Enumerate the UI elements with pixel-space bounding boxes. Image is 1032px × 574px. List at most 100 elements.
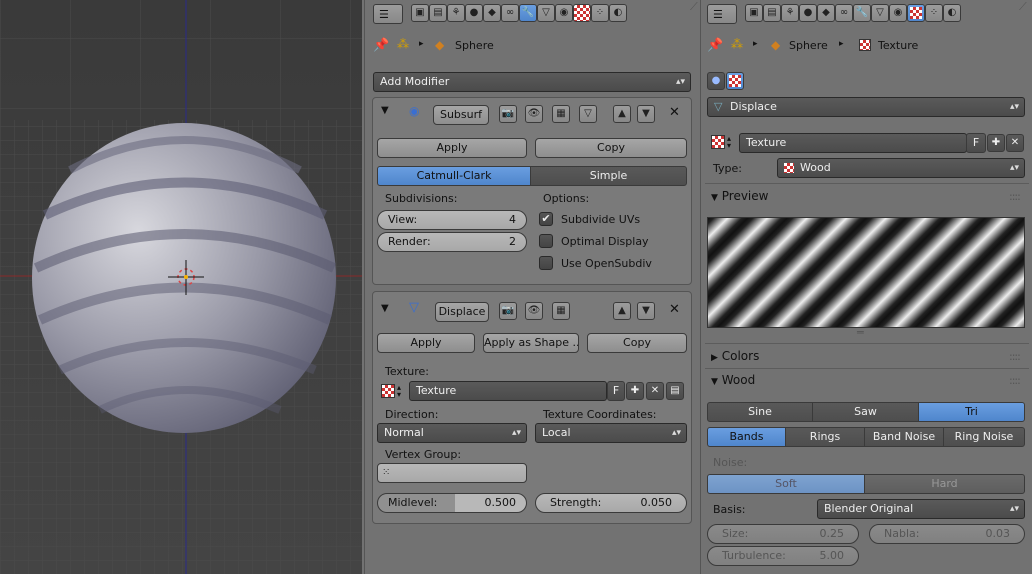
texture-coordinates-dropdown[interactable]: Local ▴▾ [535, 423, 687, 443]
texture-tab-icon[interactable] [907, 4, 925, 22]
material-tab-icon[interactable]: ◉ [889, 4, 907, 22]
material-tab-icon[interactable]: ◉ [555, 4, 573, 22]
apply-as-shape-button[interactable]: Apply as Shape ... [483, 333, 579, 353]
fake-user-button[interactable]: F [607, 381, 625, 401]
other-context-icon[interactable] [726, 72, 744, 90]
displace-copy-button[interactable]: Copy [587, 333, 687, 353]
data-tab-icon[interactable]: ▽ [871, 4, 889, 22]
noise-hard-button[interactable]: Hard [864, 474, 1025, 494]
subsurf-apply-button[interactable]: Apply [377, 138, 527, 158]
data-tab-icon[interactable]: ▽ [537, 4, 555, 22]
subsurf-name-field[interactable]: Subsurf [433, 105, 489, 125]
physics-tab-icon[interactable]: ◐ [943, 4, 961, 22]
pin-icon[interactable]: 📌 [707, 38, 723, 53]
displace-name-field[interactable]: Displace [435, 302, 489, 322]
displace-apply-button[interactable]: Apply [377, 333, 475, 353]
constraints-tab-icon[interactable]: ∞ [835, 4, 853, 22]
noise-size-field[interactable]: Size: 0.25 [707, 524, 859, 544]
wood-rings-button[interactable]: Rings [785, 427, 865, 447]
texture-context-dropdown[interactable]: ▽ Displace ▴▾ [707, 97, 1025, 117]
world-tab-icon[interactable]: ● [799, 4, 817, 22]
add-modifier-dropdown[interactable]: Add Modifier ▴▾ [373, 72, 691, 92]
noise-soft-button[interactable]: Soft [707, 474, 865, 494]
new-texture-icon[interactable]: ✚ [987, 134, 1005, 152]
drag-handle-icon[interactable]: :::: [1009, 374, 1021, 387]
simple-button[interactable]: Simple [530, 166, 687, 186]
wave-sine-button[interactable]: Sine [707, 402, 813, 422]
editor-type-button[interactable]: ☰ [707, 4, 737, 24]
texture-name-field[interactable]: Texture [409, 381, 607, 401]
texture-browse-icon[interactable] [711, 135, 725, 149]
editmode-toggle-icon[interactable]: ▦ [552, 105, 570, 123]
render-layers-tab-icon[interactable]: ▤ [429, 4, 447, 22]
colors-panel-header[interactable]: ▶ Colors [711, 349, 759, 363]
world-context-icon[interactable]: ● [707, 72, 725, 90]
drag-handle-icon[interactable]: :::: [1009, 350, 1021, 363]
cage-toggle-icon[interactable]: ▽ [579, 105, 597, 123]
show-texture-icon[interactable]: ▤ [666, 382, 684, 400]
fake-user-button[interactable]: F [966, 133, 986, 153]
panel-corner-icon[interactable]: ⟋ [1019, 0, 1027, 14]
texture-browse-icon[interactable] [381, 384, 395, 398]
subdivide-uvs-checkbox[interactable]: ✔ [539, 212, 553, 226]
render-toggle-icon[interactable]: 📷 [499, 105, 517, 123]
scene-tab-icon[interactable]: ⚘ [447, 4, 465, 22]
render-toggle-icon[interactable]: 📷 [499, 302, 517, 320]
wave-tri-button[interactable]: Tri [918, 402, 1025, 422]
wood-panel-header[interactable]: ▼ Wood [711, 373, 755, 387]
unlink-icon[interactable]: ✕ [1006, 134, 1024, 152]
move-down-icon[interactable]: ▼ [637, 105, 655, 123]
panel-corner-icon[interactable]: ⟋ [690, 0, 698, 14]
modifiers-tab-icon[interactable]: 🔧 [853, 4, 871, 22]
updown-arrows-icon[interactable]: ▴ ▾ [397, 384, 401, 399]
object-tab-icon[interactable]: ◆ [817, 4, 835, 22]
physics-tab-icon[interactable]: ◐ [609, 4, 627, 22]
new-texture-icon[interactable]: ✚ [626, 382, 644, 400]
collapse-arrow-icon[interactable]: ▼ [381, 303, 389, 314]
strength-field[interactable]: Strength: 0.050 [535, 493, 687, 513]
midlevel-slider[interactable]: Midlevel: 0.500 [377, 493, 527, 513]
editor-type-button[interactable]: ☰ [373, 4, 403, 24]
catmull-clark-button[interactable]: Catmull-Clark [377, 166, 531, 186]
use-opensubdiv-checkbox[interactable] [539, 256, 553, 270]
move-up-icon[interactable]: ▲ [613, 302, 631, 320]
move-up-icon[interactable]: ▲ [613, 105, 631, 123]
particles-tab-icon[interactable]: ⁘ [591, 4, 609, 22]
render-tab-icon[interactable]: ▣ [411, 4, 429, 22]
close-icon[interactable]: ✕ [669, 105, 680, 120]
viewport-toggle-icon[interactable]: 👁 [525, 302, 543, 320]
constraints-tab-icon[interactable]: ∞ [501, 4, 519, 22]
world-tab-icon[interactable]: ● [465, 4, 483, 22]
viewport-canvas[interactable] [0, 0, 362, 574]
texture-type-dropdown[interactable]: Wood ▴▾ [777, 158, 1025, 178]
texture-tab-icon[interactable] [573, 4, 591, 22]
vertex-group-field[interactable]: ⁙ [377, 463, 527, 483]
render-tab-icon[interactable]: ▣ [745, 4, 763, 22]
close-icon[interactable]: ✕ [669, 302, 680, 317]
viewport-toggle-icon[interactable]: 👁 [525, 105, 543, 123]
editmode-toggle-icon[interactable]: ▦ [552, 302, 570, 320]
optimal-display-checkbox[interactable] [539, 234, 553, 248]
updown-arrows-icon[interactable]: ▴ ▾ [727, 135, 731, 150]
move-down-icon[interactable]: ▼ [637, 302, 655, 320]
unlink-icon[interactable]: ✕ [646, 382, 664, 400]
3d-viewport[interactable] [0, 0, 362, 574]
render-levels-field[interactable]: Render: 2 [377, 232, 527, 252]
object-tab-icon[interactable]: ◆ [483, 4, 501, 22]
drag-handle-icon[interactable]: :::: [1009, 190, 1021, 203]
sphere-object[interactable] [32, 123, 337, 433]
view-levels-field[interactable]: View: 4 [377, 210, 527, 230]
basis-dropdown[interactable]: Blender Original ▴▾ [817, 499, 1025, 519]
preview-panel-header[interactable]: ▼ Preview [711, 189, 768, 203]
subsurf-copy-button[interactable]: Copy [535, 138, 687, 158]
direction-dropdown[interactable]: Normal ▴▾ [377, 423, 527, 443]
wood-band-noise-button[interactable]: Band Noise [864, 427, 944, 447]
render-layers-tab-icon[interactable]: ▤ [763, 4, 781, 22]
scene-tab-icon[interactable]: ⚘ [781, 4, 799, 22]
modifiers-tab-icon[interactable]: 🔧 [519, 4, 537, 22]
wood-bands-button[interactable]: Bands [707, 427, 786, 447]
wood-ring-noise-button[interactable]: Ring Noise [943, 427, 1025, 447]
nabla-field[interactable]: Nabla: 0.03 [869, 524, 1025, 544]
wave-saw-button[interactable]: Saw [812, 402, 919, 422]
collapse-arrow-icon[interactable]: ▼ [381, 105, 389, 116]
